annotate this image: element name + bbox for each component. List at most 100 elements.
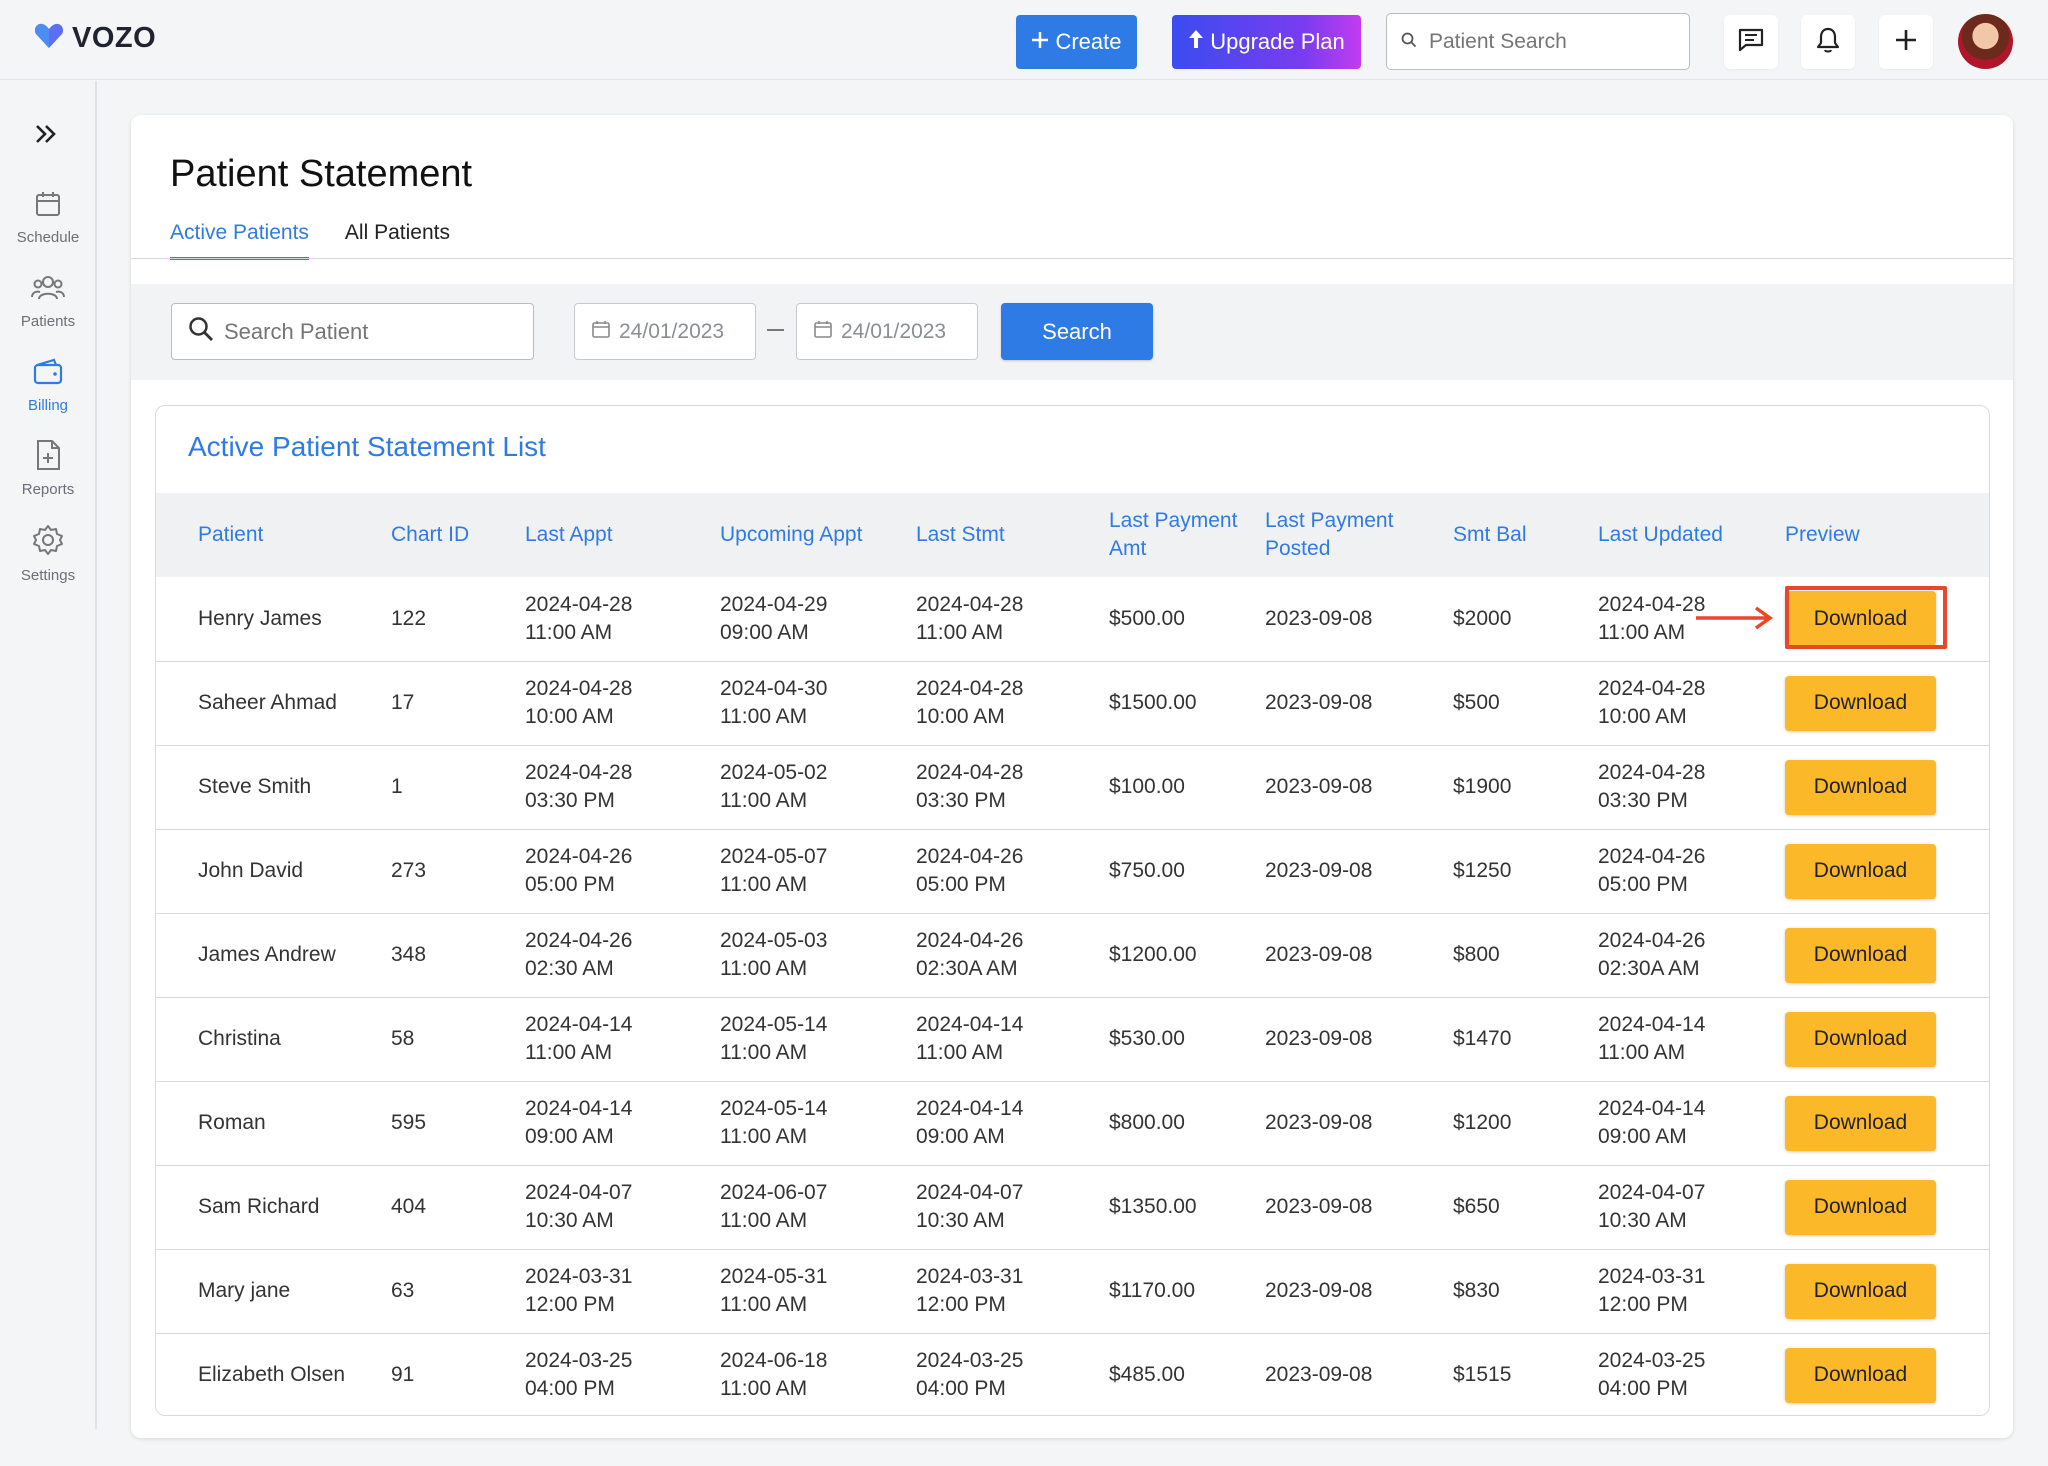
- column-header[interactable]: Preview: [1785, 493, 1989, 577]
- last-stmt-date: 2024-03-25: [916, 1349, 1024, 1373]
- upcoming-appt-date: 2024-05-31: [720, 1265, 828, 1288]
- upcoming-appt-date: 2024-05-02: [720, 761, 828, 784]
- app-logo[interactable]: VOZO: [34, 22, 156, 55]
- create-button[interactable]: Create: [1016, 15, 1137, 69]
- preview-cell: Download: [1785, 661, 1989, 745]
- calendar-icon: [33, 189, 63, 223]
- preview-cell: Download: [1785, 1333, 1989, 1415]
- upgrade-plan-button[interactable]: Upgrade Plan: [1172, 15, 1361, 69]
- table-row: Christina 58 2024-04-14 11:00 AM 2024-05-14 1…: [156, 997, 1989, 1081]
- upcoming-appt-cell: 2024-05-03 11:00 AM: [720, 913, 916, 997]
- upcoming-appt-cell: 2024-05-07 11:00 AM: [720, 829, 916, 913]
- upcoming-appt-date: 2024-04-29: [720, 592, 828, 616]
- messages-button[interactable]: [1724, 15, 1778, 69]
- last-stmt-cell: 2024-04-26 02:30A AM: [916, 913, 1109, 997]
- column-header[interactable]: Last Payment Posted: [1265, 493, 1453, 577]
- last-stmt-cell: 2024-04-26 05:00 PM: [916, 829, 1109, 913]
- add-button[interactable]: [1879, 15, 1933, 69]
- upcoming-appt-cell: 2024-04-29 09:00 AM: [720, 577, 916, 661]
- sidebar-item-billing[interactable]: Billing: [0, 357, 96, 414]
- download-button[interactable]: Download: [1785, 843, 1936, 899]
- column-header[interactable]: Patient: [198, 493, 391, 577]
- upcoming-appt-cell: 2024-05-02 11:00 AM: [720, 745, 916, 829]
- patient-name-value: Roman: [198, 1111, 266, 1134]
- column-header[interactable]: Smt Bal: [1453, 493, 1598, 577]
- sidebar-item-label: Patients: [20, 313, 76, 330]
- search-patient-box[interactable]: [171, 303, 534, 360]
- column-header[interactable]: Last Stmt: [916, 493, 1109, 577]
- expand-sidebar-icon[interactable]: [34, 119, 58, 153]
- last-payment-amt-cell: $1350.00: [1109, 1165, 1265, 1249]
- last-payment-posted-cell: 2023-09-08: [1265, 1333, 1453, 1415]
- sidebar-item-patients[interactable]: Patients: [0, 273, 96, 330]
- last-updated-date: 2024-04-26: [1598, 929, 1706, 952]
- smt-bal-value: $1470: [1453, 1027, 1512, 1050]
- search-patient-input[interactable]: [224, 318, 504, 345]
- last-updated-date: 2024-04-14: [1598, 1097, 1706, 1120]
- create-button-label: Create: [1055, 29, 1122, 54]
- last-appt-cell: 2024-04-28 03:30 PM: [525, 745, 720, 829]
- patient-name-value: Sam Richard: [198, 1195, 320, 1218]
- column-header[interactable]: Upcoming Appt: [720, 493, 916, 577]
- sidebar-item-settings[interactable]: Settings: [0, 523, 96, 584]
- column-header[interactable]: Last Appt: [525, 493, 720, 577]
- date-from-field[interactable]: 24/01/2023: [574, 303, 756, 360]
- date-to-field[interactable]: 24/01/2023: [796, 303, 978, 360]
- chart-id-value: 348: [391, 943, 427, 966]
- tab-active-patients[interactable]: Active Patients: [170, 221, 309, 260]
- download-button[interactable]: Download: [1785, 675, 1936, 731]
- download-button[interactable]: Download: [1785, 1263, 1936, 1319]
- download-button[interactable]: Download: [1785, 1011, 1936, 1067]
- last-appt-date: 2024-04-14: [525, 1097, 633, 1120]
- patient-search-box[interactable]: [1386, 13, 1690, 70]
- column-header[interactable]: Last Updated: [1598, 493, 1785, 577]
- last-stmt-time: 10:30 AM: [916, 1209, 1005, 1232]
- last-stmt-cell: 2024-03-31 12:00 PM: [916, 1249, 1109, 1333]
- patient-name-cell: Saheer Ahmad: [198, 661, 391, 745]
- sidebar: Schedule Patients Billing Reports Settin…: [0, 81, 97, 1429]
- last-updated-cell: 2024-04-28 03:30 PM: [1598, 745, 1785, 829]
- download-button[interactable]: Download: [1785, 1095, 1936, 1151]
- column-header[interactable]: Chart ID: [391, 493, 525, 577]
- tabs-divider: [131, 258, 2013, 259]
- column-header[interactable]: Last Payment Amt: [1109, 493, 1265, 577]
- plus-icon: [1031, 29, 1049, 55]
- last-appt-date: 2024-04-28: [525, 592, 633, 616]
- last-stmt-date: 2024-04-28: [916, 677, 1024, 700]
- last-updated-date: 2024-04-07: [1598, 1181, 1706, 1204]
- chart-id-cell: 58: [391, 997, 525, 1081]
- smt-bal-value: $1200: [1453, 1111, 1512, 1134]
- tab-all-patients[interactable]: All Patients: [345, 221, 450, 260]
- download-button[interactable]: Download: [1785, 759, 1936, 815]
- chart-id-value: 595: [391, 1111, 427, 1134]
- smt-bal-value: $500: [1453, 691, 1500, 714]
- last-payment-posted-value: 2023-09-08: [1265, 606, 1373, 630]
- last-appt-cell: 2024-04-26 05:00 PM: [525, 829, 720, 913]
- download-button[interactable]: Download: [1785, 927, 1936, 983]
- last-updated-time: 12:00 PM: [1598, 1293, 1688, 1316]
- patient-search-input[interactable]: [1429, 29, 1659, 54]
- patient-statement-card: Patient Statement Active Patients All Pa…: [131, 115, 2013, 1438]
- last-payment-posted-value: 2023-09-08: [1265, 1279, 1373, 1302]
- last-updated-cell: 2024-04-26 02:30A AM: [1598, 913, 1785, 997]
- last-appt-time: 05:00 PM: [525, 873, 615, 896]
- upcoming-appt-time: 11:00 AM: [720, 705, 808, 728]
- sidebar-item-schedule[interactable]: Schedule: [0, 189, 96, 246]
- table-row: Sam Richard 404 2024-04-07 10:30 AM 2024-06-…: [156, 1165, 1989, 1249]
- last-updated-date: 2024-04-26: [1598, 845, 1706, 868]
- download-button[interactable]: Download: [1785, 1347, 1936, 1403]
- notifications-button[interactable]: [1801, 15, 1855, 69]
- last-stmt-date: 2024-04-26: [916, 845, 1024, 868]
- bell-icon: [1815, 26, 1841, 59]
- patient-name-value: Saheer Ahmad: [198, 691, 337, 714]
- last-stmt-time: 11:00 AM: [916, 620, 1004, 644]
- last-payment-posted-cell: 2023-09-08: [1265, 661, 1453, 745]
- upcoming-appt-cell: 2024-05-14 11:00 AM: [720, 1081, 916, 1165]
- sidebar-item-reports[interactable]: Reports: [0, 439, 96, 498]
- user-avatar[interactable]: [1958, 14, 2013, 69]
- search-button[interactable]: Search: [1001, 303, 1153, 360]
- last-payment-posted-cell: 2023-09-08: [1265, 1081, 1453, 1165]
- download-button[interactable]: Download: [1785, 1179, 1936, 1235]
- patient-name-cell: Roman: [198, 1081, 391, 1165]
- chart-id-value: 63: [391, 1279, 415, 1302]
